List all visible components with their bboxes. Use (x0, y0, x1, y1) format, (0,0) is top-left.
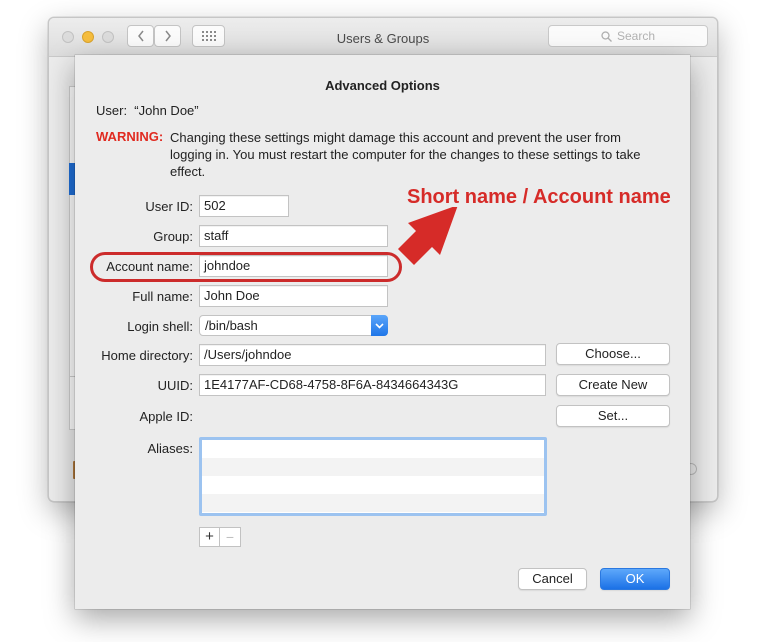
annotation-arrow-icon (398, 207, 458, 265)
add-alias-button[interactable]: + (199, 527, 220, 547)
back-button[interactable] (127, 25, 154, 47)
create-new-button[interactable]: Create New (556, 374, 670, 396)
sheet-title: Advanced Options (325, 78, 440, 93)
chevron-down-icon (375, 322, 384, 329)
popup-arrow[interactable] (371, 315, 388, 336)
search-icon (601, 30, 612, 42)
apple-id-label: Apple ID: (139, 409, 193, 424)
minus-icon: − (225, 529, 235, 545)
account-name-highlight-ellipse (90, 252, 402, 282)
chevron-left-icon (137, 30, 144, 42)
user-value: “John Doe” (134, 103, 199, 118)
search-placeholder: Search (616, 29, 656, 43)
close-window-button[interactable] (62, 31, 74, 43)
show-all-button[interactable] (192, 25, 225, 47)
choose-button[interactable]: Choose... (556, 343, 670, 365)
alias-row[interactable] (202, 458, 544, 476)
ok-button[interactable]: OK (600, 568, 670, 590)
aliases-list[interactable] (199, 437, 547, 516)
zoom-window-button[interactable] (102, 31, 114, 43)
login-shell-label: Login shell: (127, 319, 193, 334)
forward-button[interactable] (154, 25, 181, 47)
minimize-window-button[interactable] (82, 31, 94, 43)
home-directory-field[interactable]: /Users/johndoe (199, 344, 546, 366)
home-directory-label: Home directory: (101, 348, 193, 363)
user-id-field[interactable]: 502 (199, 195, 289, 217)
user-id-label: User ID: (145, 199, 193, 214)
alias-add-remove-controls: + − (199, 527, 241, 547)
uuid-field[interactable]: 1E4177AF-CD68-4758-8F6A-8434664343G (199, 374, 546, 396)
group-field[interactable]: staff (199, 225, 388, 247)
annotation-label: Short name / Account name (407, 186, 671, 208)
warning-text: Changing these settings might damage thi… (170, 130, 641, 179)
user-label: User: (96, 103, 128, 118)
uuid-label: UUID: (157, 378, 193, 393)
set-apple-id-button[interactable]: Set... (556, 405, 670, 427)
alias-row[interactable] (202, 494, 544, 512)
chevron-right-icon (164, 30, 171, 42)
alias-row[interactable] (202, 440, 544, 458)
full-name-field[interactable]: John Doe (199, 285, 388, 307)
window-titlebar: Users & Groups Search (49, 18, 717, 57)
plus-icon: + (205, 528, 214, 545)
search-field[interactable]: Search (548, 25, 708, 47)
warning-label: WARNING: (96, 129, 164, 144)
login-shell-value: /bin/bash (205, 318, 258, 333)
aliases-label: Aliases: (147, 441, 193, 456)
login-shell-popup[interactable]: /bin/bash (199, 315, 388, 336)
advanced-options-sheet: Advanced Options User: “John Doe” WARNIN… (75, 55, 690, 609)
grid-icon (201, 31, 216, 41)
group-label: Group: (153, 229, 193, 244)
full-name-label: Full name: (132, 289, 193, 304)
alias-row[interactable] (202, 476, 544, 494)
cancel-button[interactable]: Cancel (518, 568, 587, 590)
user-line: User: “John Doe” (96, 103, 199, 119)
remove-alias-button[interactable]: − (220, 527, 241, 547)
